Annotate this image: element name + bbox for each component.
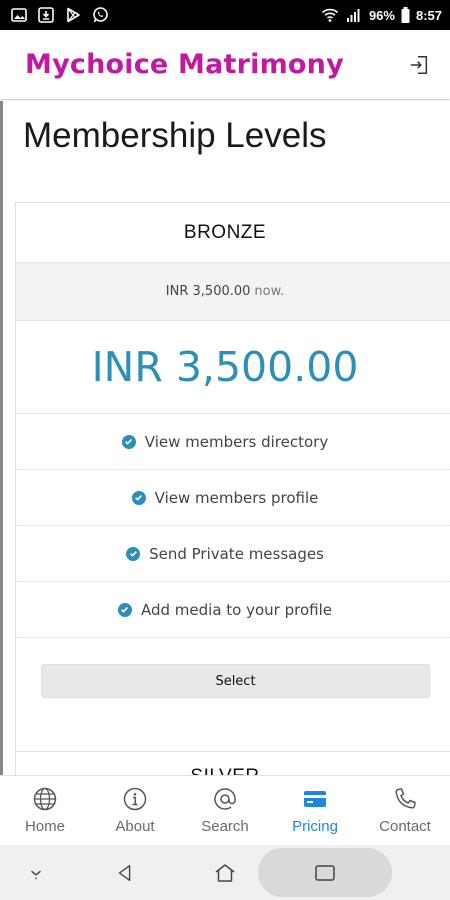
nav-label: Contact [379,818,431,835]
credit-card-icon [302,786,328,812]
chevron-down-icon [31,870,41,879]
back-triangle-icon [118,864,131,881]
plan-summary-suffix: now. [254,284,285,299]
select-plan-button[interactable]: Select [41,664,430,698]
at-icon [212,786,238,812]
battery-icon [401,6,410,24]
content-area[interactable]: Membership Levels BRONZE INR 3,500.00 no… [0,101,450,775]
nav-contact[interactable]: Contact [360,776,450,845]
scrollbar[interactable] [0,101,3,775]
page-title: Membership Levels [23,116,327,155]
recent-apps-icon [315,864,335,881]
check-circle-icon [117,602,132,617]
recent-apps-button[interactable] [300,845,350,900]
home-button[interactable] [200,845,250,900]
battery-percent: 96% [368,7,395,23]
check-circle-icon [126,546,141,561]
select-row: Select [16,638,450,724]
feature-label: Add media to your profile [140,600,332,619]
nav-label: Pricing [292,818,338,835]
globe-icon [32,786,58,812]
nav-pricing[interactable]: Pricing [270,776,360,845]
system-navigation-bar [0,845,450,900]
app-title: Mychoice Matrimony [25,49,344,80]
status-bar: 96% 8:57 [0,0,450,30]
gallery-icon [10,6,28,24]
plan-card-bronze: BRONZE INR 3,500.00 now. INR 3,500.00 Vi… [15,202,450,775]
info-icon [122,786,148,812]
system-status: 96% 8:57 [321,6,442,24]
nav-label: Home [24,818,65,835]
plan-name: SILVER [16,752,450,775]
login-button[interactable] [406,52,432,78]
signal-icon [345,6,363,24]
play-store-icon [64,6,82,24]
download-icon [37,6,55,24]
feature-label: View members directory [144,432,329,451]
whatsapp-icon [91,6,109,24]
bottom-navigation: Home About Search Pricing Contact [0,775,450,845]
feature-item: Send Private messages [16,526,450,582]
feature-item: View members directory [16,414,450,470]
plan-card-silver: SILVER [15,751,450,775]
nav-search[interactable]: Search [180,776,270,845]
feature-item: Add media to your profile [16,582,450,638]
plan-price: INR 3,500.00 [16,321,450,414]
nav-label: About [115,818,155,835]
phone-icon [392,786,418,812]
home-outline-icon [215,863,235,882]
check-circle-icon [131,490,146,505]
notification-icons [10,6,109,24]
sign-in-icon [410,55,428,74]
clock: 8:57 [415,7,442,23]
check-circle-icon [121,434,136,449]
feature-label: Send Private messages [149,544,324,563]
keyboard-toggle-button[interactable] [12,845,60,900]
plan-name: BRONZE [16,203,450,263]
nav-label: Search [201,818,249,835]
app-bar: Mychoice Matrimony [0,30,450,100]
feature-label: View members profile [154,488,319,507]
plan-summary: INR 3,500.00 now. [16,263,450,321]
wifi-icon [321,6,339,24]
nav-home[interactable]: Home [0,776,90,845]
back-button[interactable] [100,845,150,900]
nav-about[interactable]: About [90,776,180,845]
feature-item: View members profile [16,470,450,526]
plan-summary-price: INR 3,500.00 [165,284,251,299]
